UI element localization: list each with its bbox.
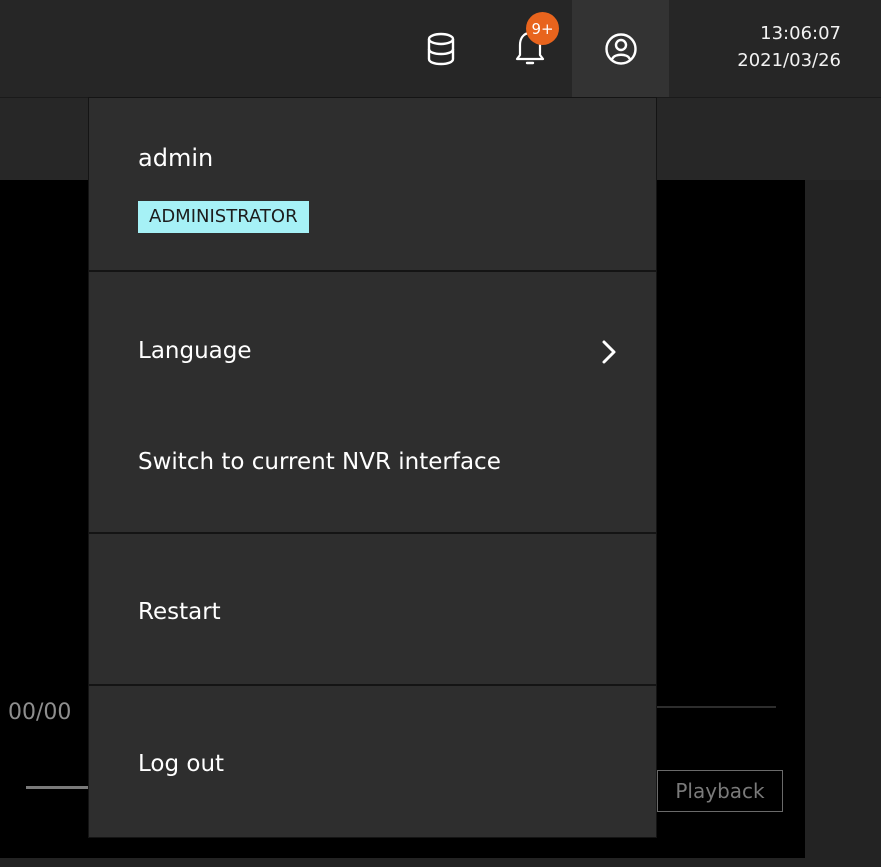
database-icon bbox=[427, 32, 455, 65]
menu-divider bbox=[89, 532, 656, 534]
notifications-button[interactable] bbox=[487, 0, 572, 97]
clock-date: 2021/03/26 bbox=[737, 50, 841, 71]
timeline-track bbox=[656, 706, 776, 708]
user-menu: admin ADMINISTRATOR Language Switch to c… bbox=[88, 97, 657, 838]
username: admin bbox=[138, 144, 214, 172]
menu-item-restart[interactable]: Restart bbox=[89, 582, 656, 642]
switch-nvr-label: Switch to current NVR interface bbox=[138, 449, 501, 475]
menu-item-language[interactable]: Language bbox=[89, 321, 656, 381]
menu-divider bbox=[89, 684, 656, 686]
logout-label: Log out bbox=[138, 751, 225, 777]
menu-item-logout[interactable]: Log out bbox=[89, 734, 656, 794]
menu-divider bbox=[89, 270, 656, 272]
user-account-button[interactable] bbox=[572, 0, 669, 97]
user-icon bbox=[604, 32, 637, 65]
timeline-time-text: 00/00 bbox=[8, 700, 72, 725]
timeline-slider[interactable] bbox=[26, 786, 88, 789]
notification-badge: 9+ bbox=[526, 12, 559, 45]
storage-button[interactable] bbox=[395, 0, 487, 97]
role-badge: ADMINISTRATOR bbox=[138, 201, 309, 233]
restart-label: Restart bbox=[138, 599, 221, 625]
chevron-right-icon bbox=[602, 340, 616, 364]
language-label: Language bbox=[138, 338, 252, 364]
clock-time: 13:06:07 bbox=[760, 23, 841, 44]
clock: 13:06:07 2021/03/26 bbox=[737, 20, 841, 74]
menu-item-switch-nvr[interactable]: Switch to current NVR interface bbox=[89, 432, 656, 492]
top-bar: 9+ 13:06:07 2021/03/26 bbox=[0, 0, 881, 98]
playback-button[interactable]: Playback bbox=[657, 770, 783, 812]
